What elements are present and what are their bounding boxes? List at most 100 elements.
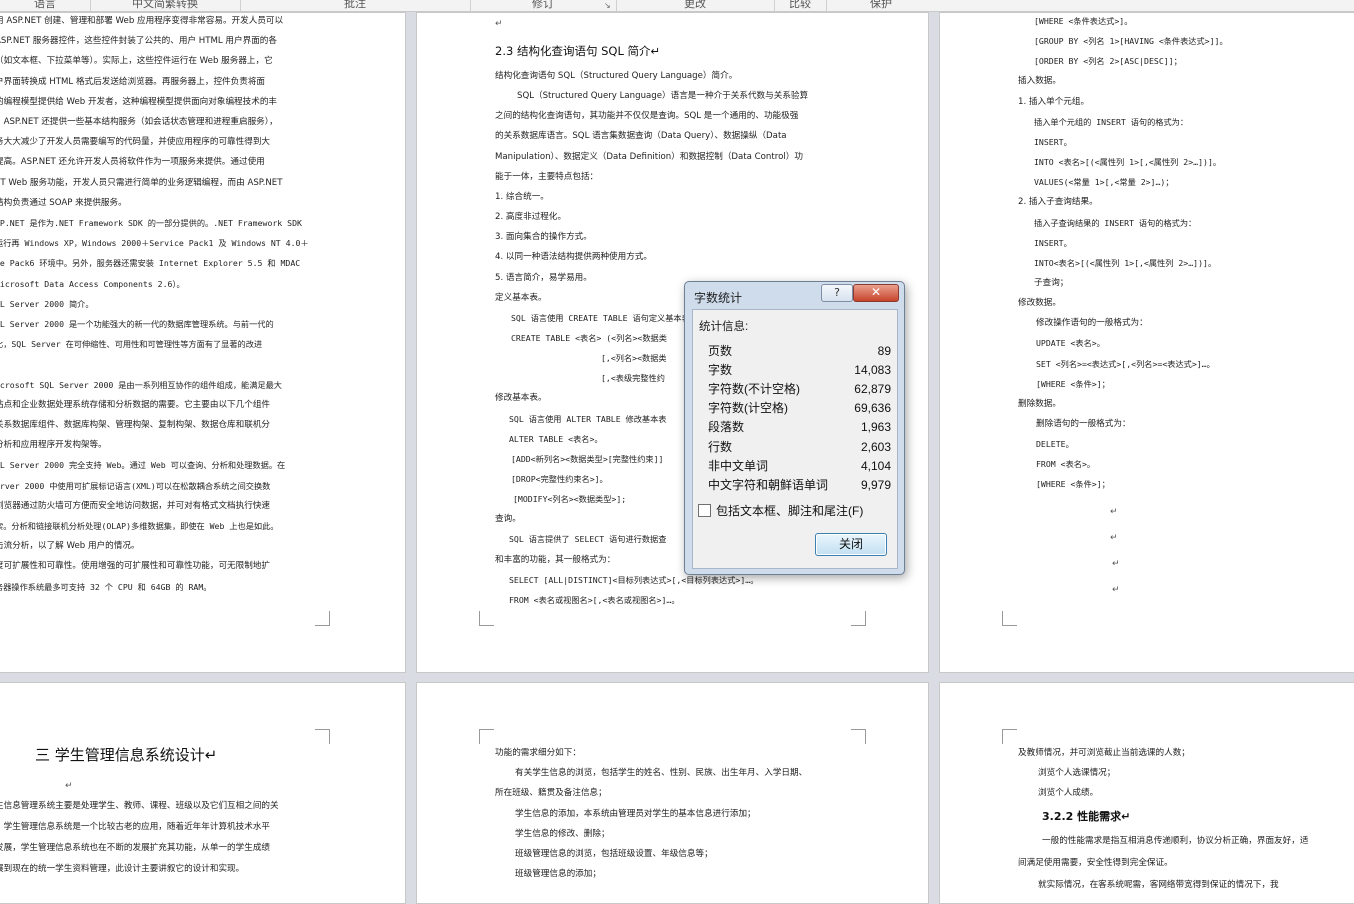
paragraph-mark: ↵	[1110, 533, 1118, 543]
ribbon-group-language: 语言	[0, 0, 91, 11]
statistic-row: 行数 2,603	[708, 438, 891, 456]
window-close-button[interactable]: ✕	[853, 284, 899, 302]
body-text-line: 3. 面向集合的操作方式。	[495, 232, 592, 243]
body-text-line: QL Server 2000 简介。	[0, 298, 94, 309]
body-text-line: （如文本框、下拉菜单等）。实际上，这些控件运行在 Web 服务器上，它	[0, 56, 273, 67]
crop-mark	[851, 611, 866, 626]
body-text-line: 比，SQL Server 在可伸缩性、可用性和可管理性等方面有了显著的改进	[0, 339, 263, 350]
body-text-line: 及教师情况，并可浏览截止当前选课的人数；	[1018, 748, 1190, 758]
body-text-line: FROM <表名>。	[1036, 459, 1096, 470]
dialog-title: 字数统计	[694, 291, 743, 305]
body-text-line: icrosoft SQL Server 2000 是由一系列相互协作的组件组成，…	[0, 379, 282, 390]
ribbon-group-tracking: 修订	[470, 0, 617, 11]
crop-mark	[851, 729, 866, 744]
document-page-4[interactable]: 三 学生管理信息系统设计↵ ↵ 生信息管理系统主要是处理学生、教师、课程、班级以…	[0, 682, 406, 904]
body-text-line: [ADD<新列名><数据类型>[完整性约束]]	[511, 453, 664, 464]
body-text-line: 之间的结构化查询语句，其功能并不仅仅是查询。SQL 是一个通用的、功能极强	[495, 111, 799, 122]
body-text-line: VALUES(<常量 1>[,<常量 2>]…)；	[1034, 177, 1174, 188]
body-text-line: 结构负责通过 SOAP 来提供服务。	[0, 197, 127, 208]
body-text-line: 结构化查询语句 SQL（Structured Query Language）简介…	[495, 71, 738, 81]
body-text-line: 提高。ASP.NET 还允许开发人员将软件作为一项服务来提供。通过使用	[0, 157, 265, 168]
body-text-line: Microsoft Data Access Components 2.6）。	[0, 278, 185, 289]
body-text-line: 插入子查询结果的 INSERT 语句的格式为：	[1034, 217, 1197, 228]
body-text-line: [,<表级完整性约	[601, 373, 665, 384]
section-heading: 2.3 结构化查询语句 SQL 简介↵	[495, 44, 661, 58]
body-text-line: 浏览器通过防火墙可方便而安全地访问数据，并可对有格式文档执行快速	[0, 500, 271, 511]
close-button[interactable]: 关闭	[815, 533, 887, 556]
body-text-line: 站点和企业数据处理系统存储和分析数据的需要。它主要由以下几个组件	[0, 399, 271, 410]
body-text-line: 子查询；	[1034, 277, 1069, 288]
crop-mark	[479, 611, 494, 626]
body-text-line: INSERT。	[1034, 136, 1072, 147]
body-text-line: [DROP<完整性约束名>]。	[511, 474, 608, 484]
statistic-value: 2,603	[860, 439, 891, 454]
subsection-heading: 3.2.2 性能需求↵	[1042, 810, 1131, 823]
body-text-line: ASP.NET 服务器控件，这些控件封装了公共的、用户 HTML 用户界面的各	[0, 36, 277, 47]
body-text-line: [ORDER BY <列名 2>[ASC|DESC]]；	[1034, 56, 1182, 67]
body-text-line: 有关学生信息的浏览，包括学生的姓名、性别、民族、出生年月、入学日期、	[515, 768, 808, 779]
statistic-row: 字符数(计空格) 69,636	[708, 399, 891, 417]
body-text-line: 度可扩展性和可靠性。使用增强的可扩展性和可靠性功能，可无限制地扩	[0, 561, 271, 572]
document-page-3[interactable]: [WHERE <条件表达式>]。 [GROUP BY <列名 1>[HAVING …	[939, 12, 1354, 673]
checkbox-icon[interactable]	[698, 504, 711, 517]
body-text-line: 务器操作系统最多可支持 32 个 CPU 和 64GB 的 RAM。	[0, 581, 212, 592]
include-textboxes-label: 包括文本框、脚注和尾注(F)	[716, 504, 864, 518]
body-text-line: 学生信息的添加，本系统由管理员对学生的基本信息进行添加；	[515, 808, 756, 819]
body-text-line: SQL 语言提供了 SELECT 语句进行数据查	[509, 534, 667, 545]
body-text-line: 4. 以同一种语法结构提供两种使用方式。	[495, 252, 653, 263]
body-text-line: SQL（Structured Query Language）语言是一种介于关系代…	[517, 91, 809, 102]
body-text-line: 删除语句的一般格式为：	[1036, 419, 1131, 429]
paragraph-mark: ↵	[65, 781, 73, 791]
dialog-body: 统计信息: 页数 89 字数 14,083 字符数(不计空格) 62,879 字符数(计空格…	[692, 309, 898, 569]
body-text-line: 发展，学生管理信息系统也在不断的发展扩充其功能，从单一的学生成绩	[0, 843, 271, 853]
body-text-line: 所在班级、籍贯及备注信息；	[495, 788, 607, 799]
word-count-dialog[interactable]: 字数统计 ? ✕ 统计信息: 页数 89 字数 14,083 字符数(不计空格) 62,8…	[684, 281, 905, 575]
body-text-line: 。	[0, 358, 4, 370]
statistic-row: 中文字符和朝鲜语单词 9,979	[708, 476, 891, 494]
body-text-line: DELETE。	[1036, 439, 1074, 450]
body-text-line: [GROUP BY <列名 1>[HAVING <条件表达式>]]。	[1034, 36, 1228, 47]
paragraph-mark: ↵	[1112, 585, 1120, 595]
crop-mark	[1002, 729, 1017, 744]
body-text-line: INSERT。	[1034, 237, 1072, 248]
tracking-dialog-launcher-icon[interactable]: ↘	[604, 1, 611, 10]
paragraph-mark: ↵	[1110, 507, 1118, 517]
ribbon-group-comments: 批注	[240, 0, 471, 11]
body-text-line: 2. 插入子查询结果。	[1018, 197, 1098, 208]
statistic-value: 14,083	[854, 363, 891, 378]
body-text-line: [WHERE <条件表达式>]。	[1034, 16, 1133, 26]
statistic-row: 页数 89	[708, 342, 891, 360]
document-page-1[interactable]: 用 ASP.NET 创建、管理和部署 Web 应用程序变得非常容易。开发人员可以…	[0, 12, 406, 673]
body-text-line: 的编程模型提供给 Web 开发者，这种编程模型提供面向对象编程技术的丰	[0, 96, 278, 107]
body-text-line: ET Web 服务功能，开发人员只需进行简单的业务逻辑编程，而由 ASP.NET	[0, 177, 283, 188]
paragraph-mark: ↵	[1112, 559, 1120, 569]
include-textboxes-checkbox[interactable]: 包括文本框、脚注和尾注(F)	[698, 503, 863, 519]
body-text-line: Manipulation）、数据定义（Data Definition）和数据控制…	[495, 151, 803, 162]
body-text-line: 删除数据。	[1018, 398, 1061, 409]
body-text-line: 修改操作语句的一般格式为：	[1036, 318, 1148, 329]
body-text-line: SELECT [ALL|DISTINCT]<目标列表达式>[,<目标列表达式>]…	[509, 574, 759, 585]
statistics-heading: 统计信息:	[699, 321, 749, 333]
body-text-line: 分析和应用程序开发构架等。	[0, 440, 107, 451]
statistic-value: 69,636	[854, 401, 891, 416]
document-page-5[interactable]: 功能的需求细分如下： 有关学生信息的浏览，包括学生的姓名、性别、民族、出生年月、入…	[416, 682, 929, 904]
body-text-line: 间满足使用需要，安全性得到完全保证。	[1018, 858, 1173, 868]
body-text-line: erver 2000 中使用可扩展标记语言(XML)可以在松散耦合系统之间交换数	[0, 480, 271, 491]
body-text-line: 用 ASP.NET 创建、管理和部署 Web 应用程序变得非常容易。开发人员可以	[0, 16, 284, 26]
body-text-line: 班级管理信息的浏览，包括班级设置、年级信息等；	[515, 849, 713, 859]
statistic-row: 字数 14,083	[708, 361, 891, 379]
body-text-line: 能于一体，主要特点包括：	[495, 171, 599, 182]
body-text-line: UPDATE <表名>。	[1036, 338, 1105, 349]
document-page-6[interactable]: 3.2.2 性能需求↵ 及教师情况，并可浏览截止当前选课的人数； 浏览个人选课情况…	[939, 682, 1354, 904]
body-text-line: 5. 语言简介，易学易用。	[495, 272, 592, 283]
body-text-line: SP.NET 是作为.NET Framework SDK 的一部分提供的。.NE…	[0, 218, 302, 228]
statistic-value: 1,963	[860, 420, 891, 435]
body-text-line: 关系数据库组件、数据库构架、管理构架、复制构架、数据仓库和联机分	[0, 420, 271, 430]
body-text-line: 功能的需求细分如下：	[495, 748, 581, 758]
crop-mark	[315, 729, 330, 744]
chapter-heading: 三 学生管理信息系统设计↵	[35, 746, 218, 764]
ribbon-group-compare: 比较	[774, 0, 827, 11]
statistic-label: 段落数	[708, 420, 745, 435]
help-button[interactable]: ?	[821, 284, 853, 302]
body-text-line: 班级管理信息的添加；	[515, 869, 601, 880]
